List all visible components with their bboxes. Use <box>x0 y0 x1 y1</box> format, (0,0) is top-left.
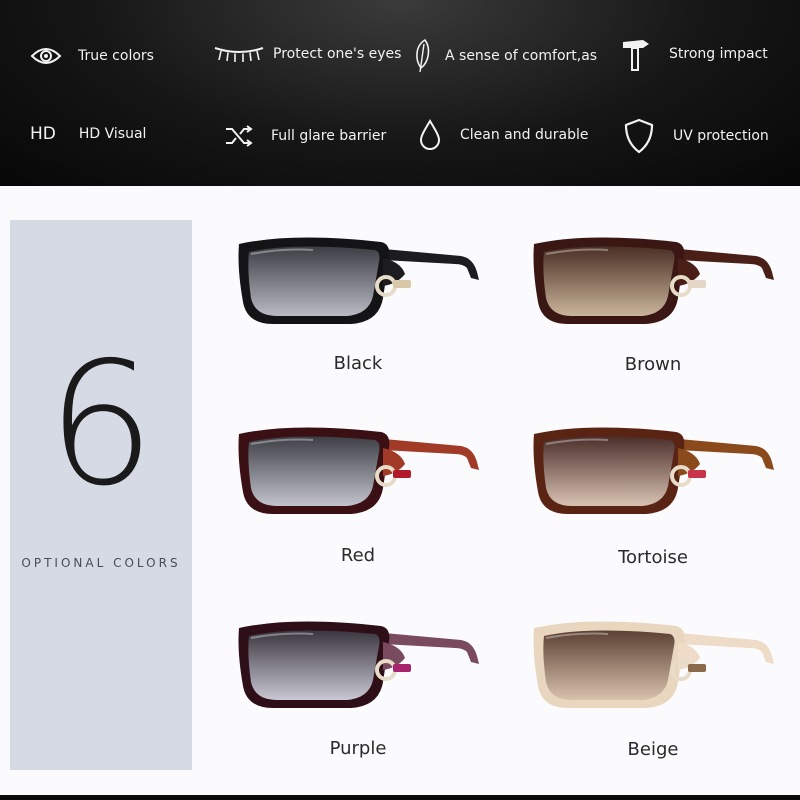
color-option-brown[interactable]: Brown <box>528 228 778 375</box>
hammer-icon <box>621 36 651 72</box>
color-name: Beige <box>627 739 679 760</box>
color-name: Tortoise <box>618 547 688 568</box>
feature-clean-durable: Clean and durable <box>418 119 588 151</box>
feature-label: True colors <box>78 48 154 64</box>
feature-hd-visual: HD HD Visual <box>30 124 146 144</box>
feature-protect-eyes: Protect one's eyes <box>213 44 401 64</box>
feature-label: A sense of comfort,as <box>445 48 598 64</box>
panel-caption: OPTIONAL COLORS <box>21 556 181 570</box>
sunglasses-red-image <box>238 427 479 514</box>
features-banner: True colors Protect one's eyes A sense o… <box>0 0 800 186</box>
color-name: Purple <box>329 738 387 759</box>
feature-strong-impact: Strong impact <box>621 36 768 72</box>
sunglasses-brown-image <box>533 237 774 324</box>
color-option-beige[interactable]: Beige <box>528 612 778 760</box>
shuffle-icon <box>224 124 254 148</box>
feature-label: UV protection <box>673 128 769 144</box>
feature-true-colors: True colors <box>30 44 154 68</box>
color-option-purple[interactable]: Purple <box>233 612 483 759</box>
color-option-tortoise[interactable]: Tortoise <box>528 418 778 568</box>
hd-icon: HD <box>30 124 56 144</box>
feature-label: Full glare barrier <box>271 128 387 144</box>
feature-label: HD Visual <box>78 126 147 142</box>
color-name: Brown <box>624 354 682 375</box>
color-name: Black <box>333 353 383 374</box>
color-option-red[interactable]: Red <box>233 418 483 566</box>
sunglasses-purple-image <box>238 621 479 708</box>
options-panel: 6 OPTIONAL COLORS <box>10 220 192 770</box>
sunglasses-beige-image <box>533 621 774 708</box>
eyelash-icon <box>213 44 265 64</box>
feature-comfort: A sense of comfort,as <box>413 38 597 74</box>
sunglasses-tortoise-image <box>533 427 774 514</box>
color-count: 6 <box>46 326 156 524</box>
sunglasses-black-image <box>238 237 479 324</box>
feature-label: Clean and durable <box>460 127 589 143</box>
bottom-bar <box>0 795 800 800</box>
color-option-black[interactable]: Black <box>233 228 483 374</box>
feature-label: Protect one's eyes <box>273 46 402 62</box>
feature-uv-protection: UV protection <box>623 118 769 154</box>
shield-icon <box>623 118 655 154</box>
drop-icon <box>418 119 442 151</box>
color-name: Red <box>340 545 376 566</box>
eye-icon <box>30 44 62 68</box>
feature-label: Strong impact <box>669 46 768 62</box>
feather-icon <box>413 38 433 74</box>
feature-glare-barrier: Full glare barrier <box>224 124 386 148</box>
